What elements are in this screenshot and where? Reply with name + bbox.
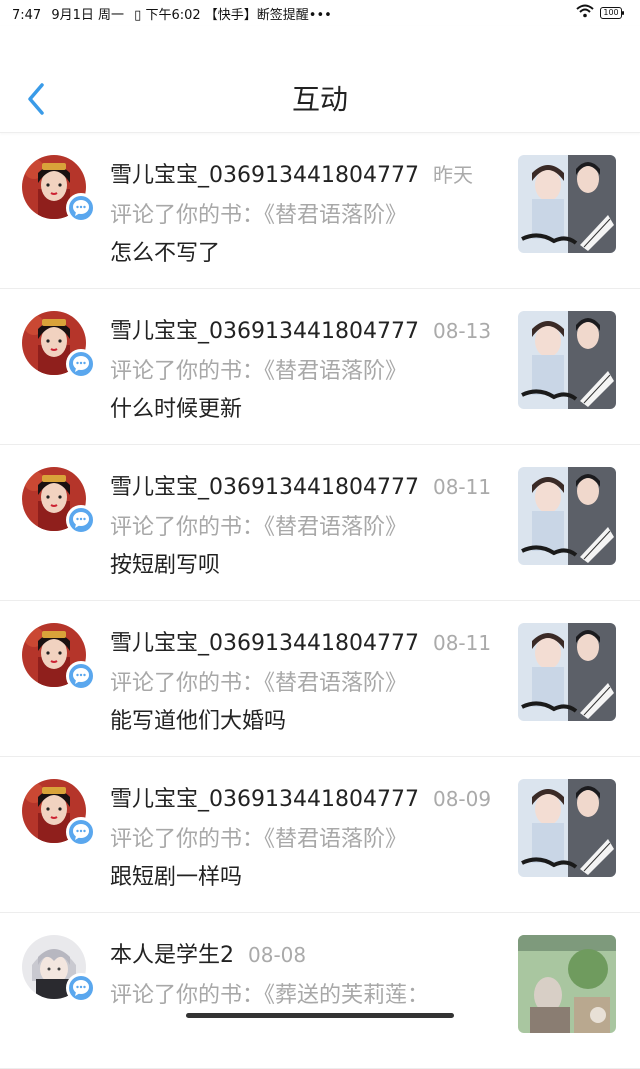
user-name-row: 雪儿宝宝_036913441804777 08-13	[110, 313, 491, 345]
comment-date: 08-13	[432, 319, 492, 343]
user-name[interactable]: 雪儿宝宝_036913441804777	[110, 631, 419, 656]
list-item[interactable]: 雪儿宝宝_036913441804777 08-11 评论了你的书：《替君语落阶》…	[0, 601, 640, 757]
comment-text: 按短剧写呗	[110, 553, 221, 578]
status-date: 9月1日 周一	[51, 8, 125, 23]
comment-text: 怎么不写了	[110, 241, 221, 266]
comment-action: 评论了你的书：《替君语落阶》	[110, 671, 408, 696]
comment-date: 08-11	[432, 631, 492, 655]
comment-date: 08-11	[432, 475, 492, 499]
home-indicator[interactable]	[186, 1013, 454, 1018]
comment-badge-icon	[66, 973, 96, 1003]
comment-badge-icon	[66, 817, 96, 847]
list-item[interactable]: 本人是学生2 08-08 评论了你的书：《葬送的芙莉莲：	[0, 913, 640, 1069]
status-right: 100	[576, 4, 624, 22]
user-name-row: 雪儿宝宝_036913441804777 昨天	[110, 157, 473, 189]
header: 互动	[0, 26, 640, 133]
user-name[interactable]: 雪儿宝宝_036913441804777	[110, 163, 419, 188]
user-name[interactable]: 雪儿宝宝_036913441804777	[110, 787, 419, 812]
status-time: 7:47	[12, 8, 42, 23]
comment-badge-icon	[66, 349, 96, 379]
user-name-row: 本人是学生2 08-08	[110, 937, 306, 969]
comment-action: 评论了你的书：《葬送的芙莉莲：	[110, 983, 430, 1008]
comment-text: 什么时候更新	[110, 397, 243, 422]
comment-date: 昨天	[432, 163, 473, 187]
user-name-row: 雪儿宝宝_036913441804777 08-09	[110, 781, 491, 813]
list-item[interactable]: 雪儿宝宝_036913441804777 昨天 评论了你的书：《替君语落阶》 怎么…	[0, 133, 640, 289]
user-name[interactable]: 雪儿宝宝_036913441804777	[110, 319, 419, 344]
status-bar: 7:47 9月1日 周一 ▯ 下午6:02 【快手】断签提醒••• 100	[0, 0, 640, 26]
comment-action: 评论了你的书：《替君语落阶》	[110, 827, 408, 852]
comment-badge-icon	[66, 661, 96, 691]
list-item[interactable]: 雪儿宝宝_036913441804777 08-09 评论了你的书：《替君语落阶》…	[0, 757, 640, 913]
comment-text: 跟短剧一样吗	[110, 865, 243, 890]
wifi-icon	[576, 4, 594, 22]
comment-text: 能写道他们大婚吗	[110, 709, 287, 734]
book-cover[interactable]	[518, 935, 616, 1033]
comment-action: 评论了你的书：《替君语落阶》	[110, 359, 408, 384]
comment-badge-icon	[66, 193, 96, 223]
user-name[interactable]: 本人是学生2	[110, 943, 234, 968]
book-cover[interactable]	[518, 311, 616, 409]
interaction-list: 雪儿宝宝_036913441804777 昨天 评论了你的书：《替君语落阶》 怎么…	[0, 133, 640, 1069]
battery-icon: 100	[600, 7, 624, 19]
book-cover[interactable]	[518, 623, 616, 721]
list-item[interactable]: 雪儿宝宝_036913441804777 08-11 评论了你的书：《替君语落阶》…	[0, 445, 640, 601]
comment-action: 评论了你的书：《替君语落阶》	[110, 203, 408, 228]
user-name-row: 雪儿宝宝_036913441804777 08-11	[110, 625, 491, 657]
status-left: 7:47 9月1日 周一 ▯ 下午6:02 【快手】断签提醒•••	[12, 4, 332, 23]
list-item[interactable]: 雪儿宝宝_036913441804777 08-13 评论了你的书：《替君语落阶》…	[0, 289, 640, 445]
status-notification: 下午6:02 【快手】断签提醒•••	[145, 8, 332, 23]
comment-action: 评论了你的书：《替君语落阶》	[110, 515, 408, 540]
comment-badge-icon	[66, 505, 96, 535]
comment-date: 08-09	[432, 787, 492, 811]
user-name[interactable]: 雪儿宝宝_036913441804777	[110, 475, 419, 500]
user-name-row: 雪儿宝宝_036913441804777 08-11	[110, 469, 491, 501]
comment-date: 08-08	[248, 943, 307, 967]
book-cover[interactable]	[518, 467, 616, 565]
book-cover[interactable]	[518, 155, 616, 253]
book-cover[interactable]	[518, 779, 616, 877]
app-notification-icon: ▯	[134, 8, 142, 23]
page-title: 互动	[291, 83, 348, 116]
